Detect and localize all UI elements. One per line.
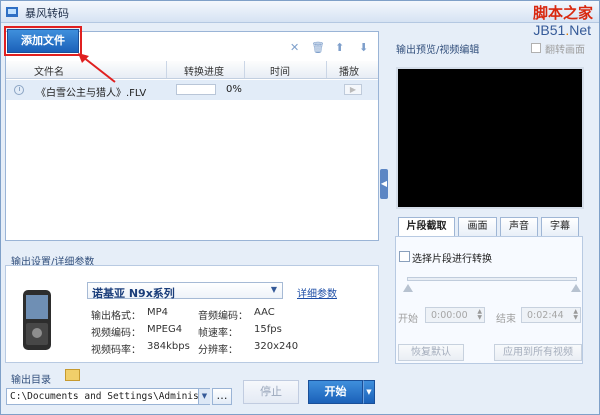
trash-icon[interactable]: 🗑 xyxy=(311,42,325,54)
start-time-label: 开始 xyxy=(398,314,418,325)
delete-icon[interactable]: ✕ xyxy=(290,42,299,54)
start-time-value: 0:00:00 xyxy=(431,310,468,321)
column-header-play: 播放 xyxy=(339,67,359,78)
chevron-down-icon: ▼ xyxy=(270,285,277,294)
clock-icon xyxy=(14,85,24,95)
param-value: 320x240 xyxy=(254,341,299,352)
title-bar: 暴风转码 xyxy=(1,1,599,23)
file-name: 《白雪公主与猎人》.FLV xyxy=(36,88,147,99)
param-value: MPEG4 xyxy=(147,324,183,335)
flip-label: 翻转画面 xyxy=(545,45,585,56)
video-preview xyxy=(396,67,584,209)
output-path-field[interactable]: C:\Documents and Settings\Administra xyxy=(6,388,210,405)
app-icon xyxy=(6,7,18,17)
end-time-label: 结束 xyxy=(496,314,516,325)
param-value: MP4 xyxy=(147,307,169,318)
param-label: 视频码率： xyxy=(91,345,141,356)
param-label: 音频编码： xyxy=(198,311,248,322)
annotation-arrow-icon xyxy=(78,53,116,83)
output-settings-panel xyxy=(5,265,379,363)
start-button[interactable]: 开始 xyxy=(308,380,363,404)
param-label: 帧速率： xyxy=(198,328,238,339)
table-header: 文件名 转换进度 时间 播放 xyxy=(6,61,378,79)
add-file-button[interactable]: 添加文件 xyxy=(4,26,82,56)
move-up-icon[interactable]: ⬆ xyxy=(335,42,344,54)
param-label: 视频编码： xyxy=(91,328,141,339)
spinner-icon: ▲ ▼ xyxy=(573,308,578,321)
segment-label: 选择片段进行转换 xyxy=(412,254,492,265)
browse-button[interactable]: … xyxy=(212,388,232,405)
app-window: 暴风转码 脚本之家 JB51.Net ✕ 🗑 ⬆ ⬇ 文件名 转换进度 时间 播… xyxy=(0,0,600,415)
end-time-input[interactable]: 0:02:44 ▲ ▼ xyxy=(521,307,581,323)
folder-icon[interactable] xyxy=(65,369,80,381)
segment-checkbox[interactable] xyxy=(399,251,410,262)
chevron-down-icon[interactable]: ▼ xyxy=(198,389,210,404)
table-row[interactable]: 《白雪公主与猎人》.FLV 0% ▶ xyxy=(6,80,378,100)
param-label: 分辨率： xyxy=(198,345,238,356)
device-select[interactable]: 诺基亚 N9x系列 ▼ xyxy=(87,282,283,300)
progress-percent: 0% xyxy=(226,84,242,95)
param-value: 15fps xyxy=(254,324,282,335)
column-header-filename: 文件名 xyxy=(34,67,64,78)
flip-checkbox[interactable] xyxy=(531,43,541,53)
start-time-input[interactable]: 0:00:00 ▲ ▼ xyxy=(425,307,485,323)
watermark-url: JB51.Net xyxy=(533,22,591,38)
play-button[interactable]: ▶ xyxy=(344,84,362,95)
watermark-url-part: JB51 xyxy=(533,22,566,38)
phone-device-icon xyxy=(23,290,51,350)
output-dir-label: 输出目录 xyxy=(11,375,51,386)
stop-button[interactable]: 停止 xyxy=(243,380,299,404)
param-value: 384kbps xyxy=(147,341,190,352)
start-dropdown-button[interactable]: ▼ xyxy=(363,380,375,404)
device-name: 诺基亚 N9x系列 xyxy=(92,287,175,300)
tab-picture[interactable]: 画面 xyxy=(458,217,497,237)
slider-start-handle[interactable] xyxy=(403,284,413,292)
param-value: AAC xyxy=(254,307,275,318)
column-divider xyxy=(166,61,167,78)
clip-slider[interactable] xyxy=(407,277,577,281)
slider-end-handle[interactable] xyxy=(571,284,581,292)
preview-label: 输出预览/视频编辑 xyxy=(396,45,480,56)
window-title: 暴风转码 xyxy=(25,7,69,20)
panel-collapse-handle[interactable]: ◀ xyxy=(380,169,388,199)
spinner-icon: ▲ ▼ xyxy=(477,308,482,321)
detail-params-link[interactable]: 详细参数 xyxy=(297,285,337,300)
tab-audio[interactable]: 声音 xyxy=(500,217,538,237)
apply-all-button[interactable]: 应用到所有视频 xyxy=(494,344,582,361)
tab-subtitle[interactable]: 字幕 xyxy=(541,217,579,237)
end-time-value: 0:02:44 xyxy=(527,310,564,321)
param-label: 输出格式： xyxy=(91,311,141,322)
restore-default-button[interactable]: 恢复默认 xyxy=(398,344,464,361)
watermark-logo: 脚本之家 xyxy=(532,4,593,22)
watermark-url-part: Net xyxy=(569,22,591,38)
column-header-time: 时间 xyxy=(270,67,290,78)
conversion-progress-bar xyxy=(176,84,216,95)
tab-clip[interactable]: 片段截取 xyxy=(398,217,455,237)
column-divider xyxy=(326,61,327,78)
column-divider xyxy=(244,61,245,78)
column-header-progress: 转换进度 xyxy=(184,67,224,78)
move-down-icon[interactable]: ⬇ xyxy=(359,42,368,54)
